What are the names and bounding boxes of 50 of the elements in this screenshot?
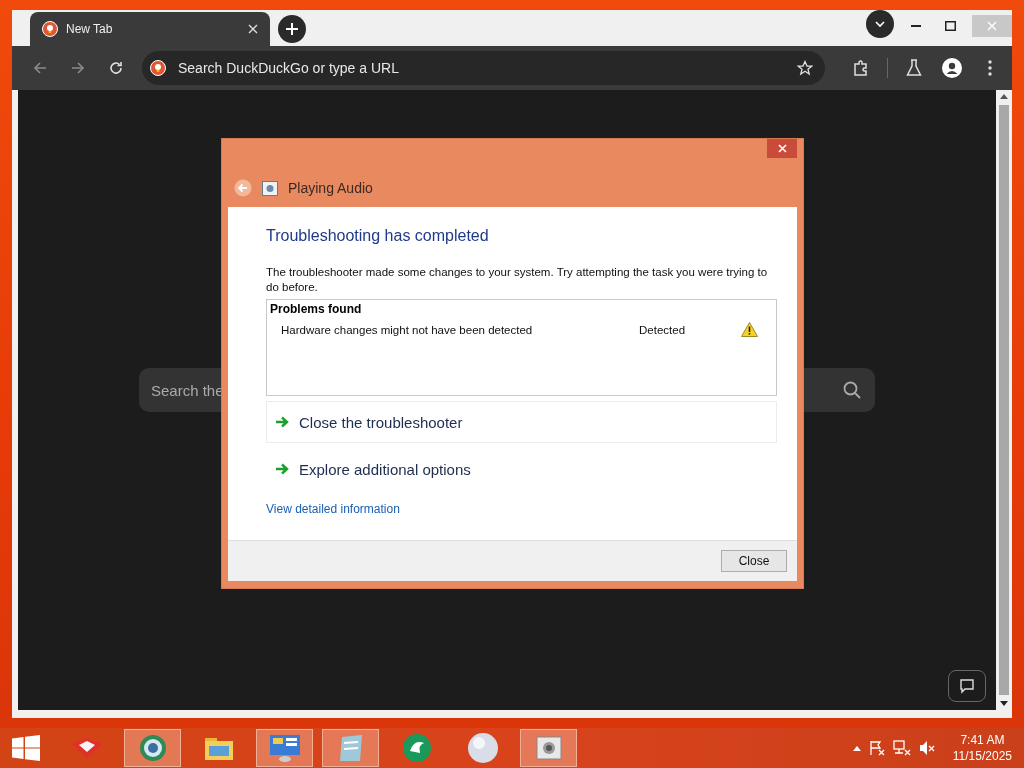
status-text: Detected	[639, 323, 687, 336]
sphere-icon[interactable]	[466, 732, 499, 764]
arrow-icon	[275, 463, 289, 475]
taskbar-item[interactable]	[256, 729, 313, 767]
maximize-icon[interactable]	[944, 20, 956, 31]
mute-icon[interactable]	[918, 740, 935, 756]
taskbar-item[interactable]	[124, 729, 181, 767]
chevron-icon[interactable]	[875, 20, 885, 28]
minimize-icon[interactable]	[911, 24, 921, 27]
taskbar-item[interactable]	[520, 729, 577, 767]
arrow-icon	[275, 416, 289, 428]
tab-search-button[interactable]	[866, 10, 894, 38]
chat-icon[interactable]	[959, 678, 975, 694]
close-icon[interactable]	[248, 24, 258, 34]
wave-circle-icon[interactable]	[401, 733, 432, 763]
search-icon[interactable]	[843, 381, 861, 399]
caret-icon[interactable]	[852, 745, 861, 751]
scroll-down-icon[interactable]	[1000, 701, 1008, 706]
back-icon[interactable]	[234, 179, 252, 197]
detail-link[interactable]: View detailed information	[266, 502, 400, 516]
monitor-icon[interactable]	[267, 733, 302, 763]
address-bar[interactable]: Search DuckDuckGo or type a URL	[142, 51, 825, 85]
browser-tab[interactable]: New Tab	[30, 12, 270, 46]
clock[interactable]: 7:41 AM 11/15/2025	[952, 732, 1012, 764]
duck-logo-icon	[42, 21, 58, 37]
close-button[interactable]: Close	[721, 550, 787, 572]
option-label: Explore additional options	[299, 460, 471, 478]
network-icon[interactable]	[892, 740, 911, 756]
scroll-up-icon[interactable]	[1000, 94, 1008, 99]
speaker-icon[interactable]	[534, 735, 563, 761]
option-label: Close the troubleshooter	[299, 413, 463, 431]
speaker-icon	[262, 180, 278, 196]
profile-icon[interactable]	[940, 56, 964, 80]
panel-header: Problems found	[269, 302, 363, 316]
heading: Troubleshooting has completed	[266, 227, 490, 245]
problem-text: Hardware changes might not have been detected	[281, 323, 534, 336]
option-link[interactable]: Explore additional options	[266, 448, 777, 490]
flag-icon[interactable]	[868, 740, 885, 756]
star-icon[interactable]	[797, 60, 813, 76]
taskbar-item[interactable]	[322, 729, 379, 767]
message: The troubleshooter made some changes to your system. Try attempting the task you were trying to do before.	[266, 265, 769, 295]
close-button[interactable]	[767, 139, 797, 158]
feedback-button[interactable]	[948, 670, 986, 702]
plus-icon[interactable]	[285, 22, 299, 36]
window-title: Playing Audio	[288, 180, 373, 196]
globe-icon[interactable]	[137, 733, 168, 763]
duck-logo-icon	[150, 60, 166, 76]
option-link[interactable]: Close the troubleshooter	[266, 401, 777, 443]
new-tab-button[interactable]	[278, 15, 306, 43]
warning-icon	[741, 322, 758, 337]
